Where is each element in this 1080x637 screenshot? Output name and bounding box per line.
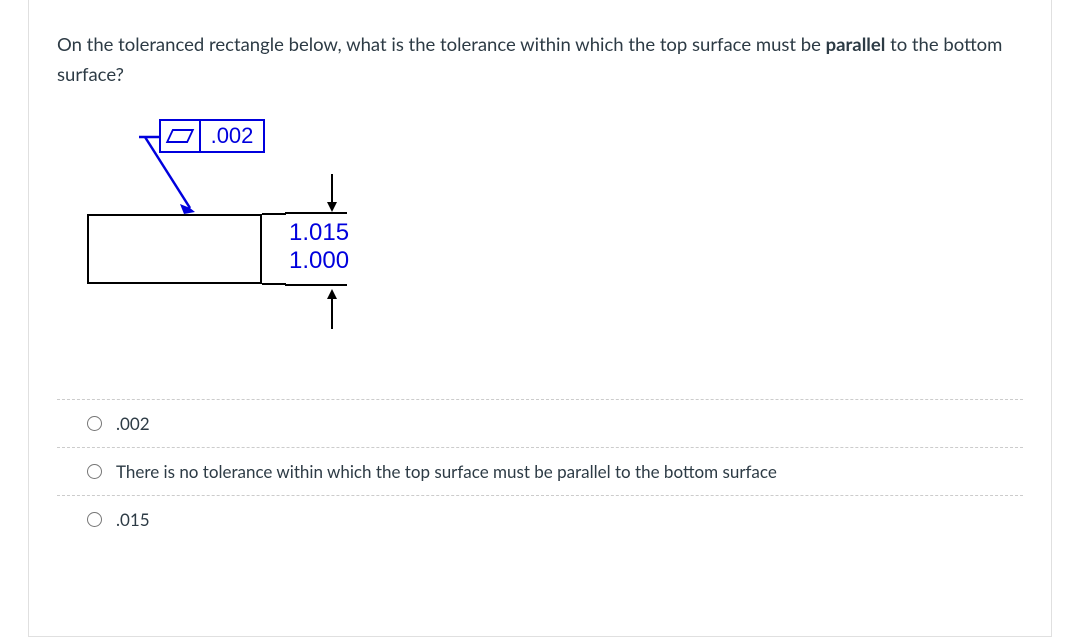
radio-icon[interactable]	[87, 464, 102, 479]
leader-arrow	[142, 134, 202, 219]
fcf-value: .002	[201, 121, 263, 151]
question-text-part1: On the toleranced rectangle below, what …	[57, 33, 826, 55]
question-container: On the toleranced rectangle below, what …	[28, 0, 1052, 637]
dim-line-bottom	[285, 284, 347, 286]
option-label: There is no tolerance within which the t…	[116, 461, 777, 482]
dim-arrow-up-icon	[325, 287, 339, 329]
tolerance-diagram: .002	[77, 119, 397, 349]
dimension-limits: 1.015 1.000	[289, 219, 349, 274]
dim-lower: 1.000	[289, 247, 349, 275]
option-row[interactable]: .002	[57, 400, 1023, 448]
question-prompt: On the toleranced rectangle below, what …	[57, 30, 1023, 89]
radio-icon[interactable]	[87, 416, 102, 431]
option-row[interactable]: .015	[57, 496, 1023, 543]
radio-icon[interactable]	[87, 512, 102, 527]
option-label: .002	[116, 413, 150, 434]
dim-upper: 1.015	[289, 219, 349, 247]
rectangle-part	[87, 214, 262, 284]
option-row[interactable]: There is no tolerance within which the t…	[57, 448, 1023, 496]
question-bold: parallel	[826, 33, 886, 55]
option-label: .015	[116, 509, 150, 530]
dim-arrow-down-icon	[325, 174, 339, 216]
answer-options: .002 There is no tolerance within which …	[57, 399, 1023, 543]
